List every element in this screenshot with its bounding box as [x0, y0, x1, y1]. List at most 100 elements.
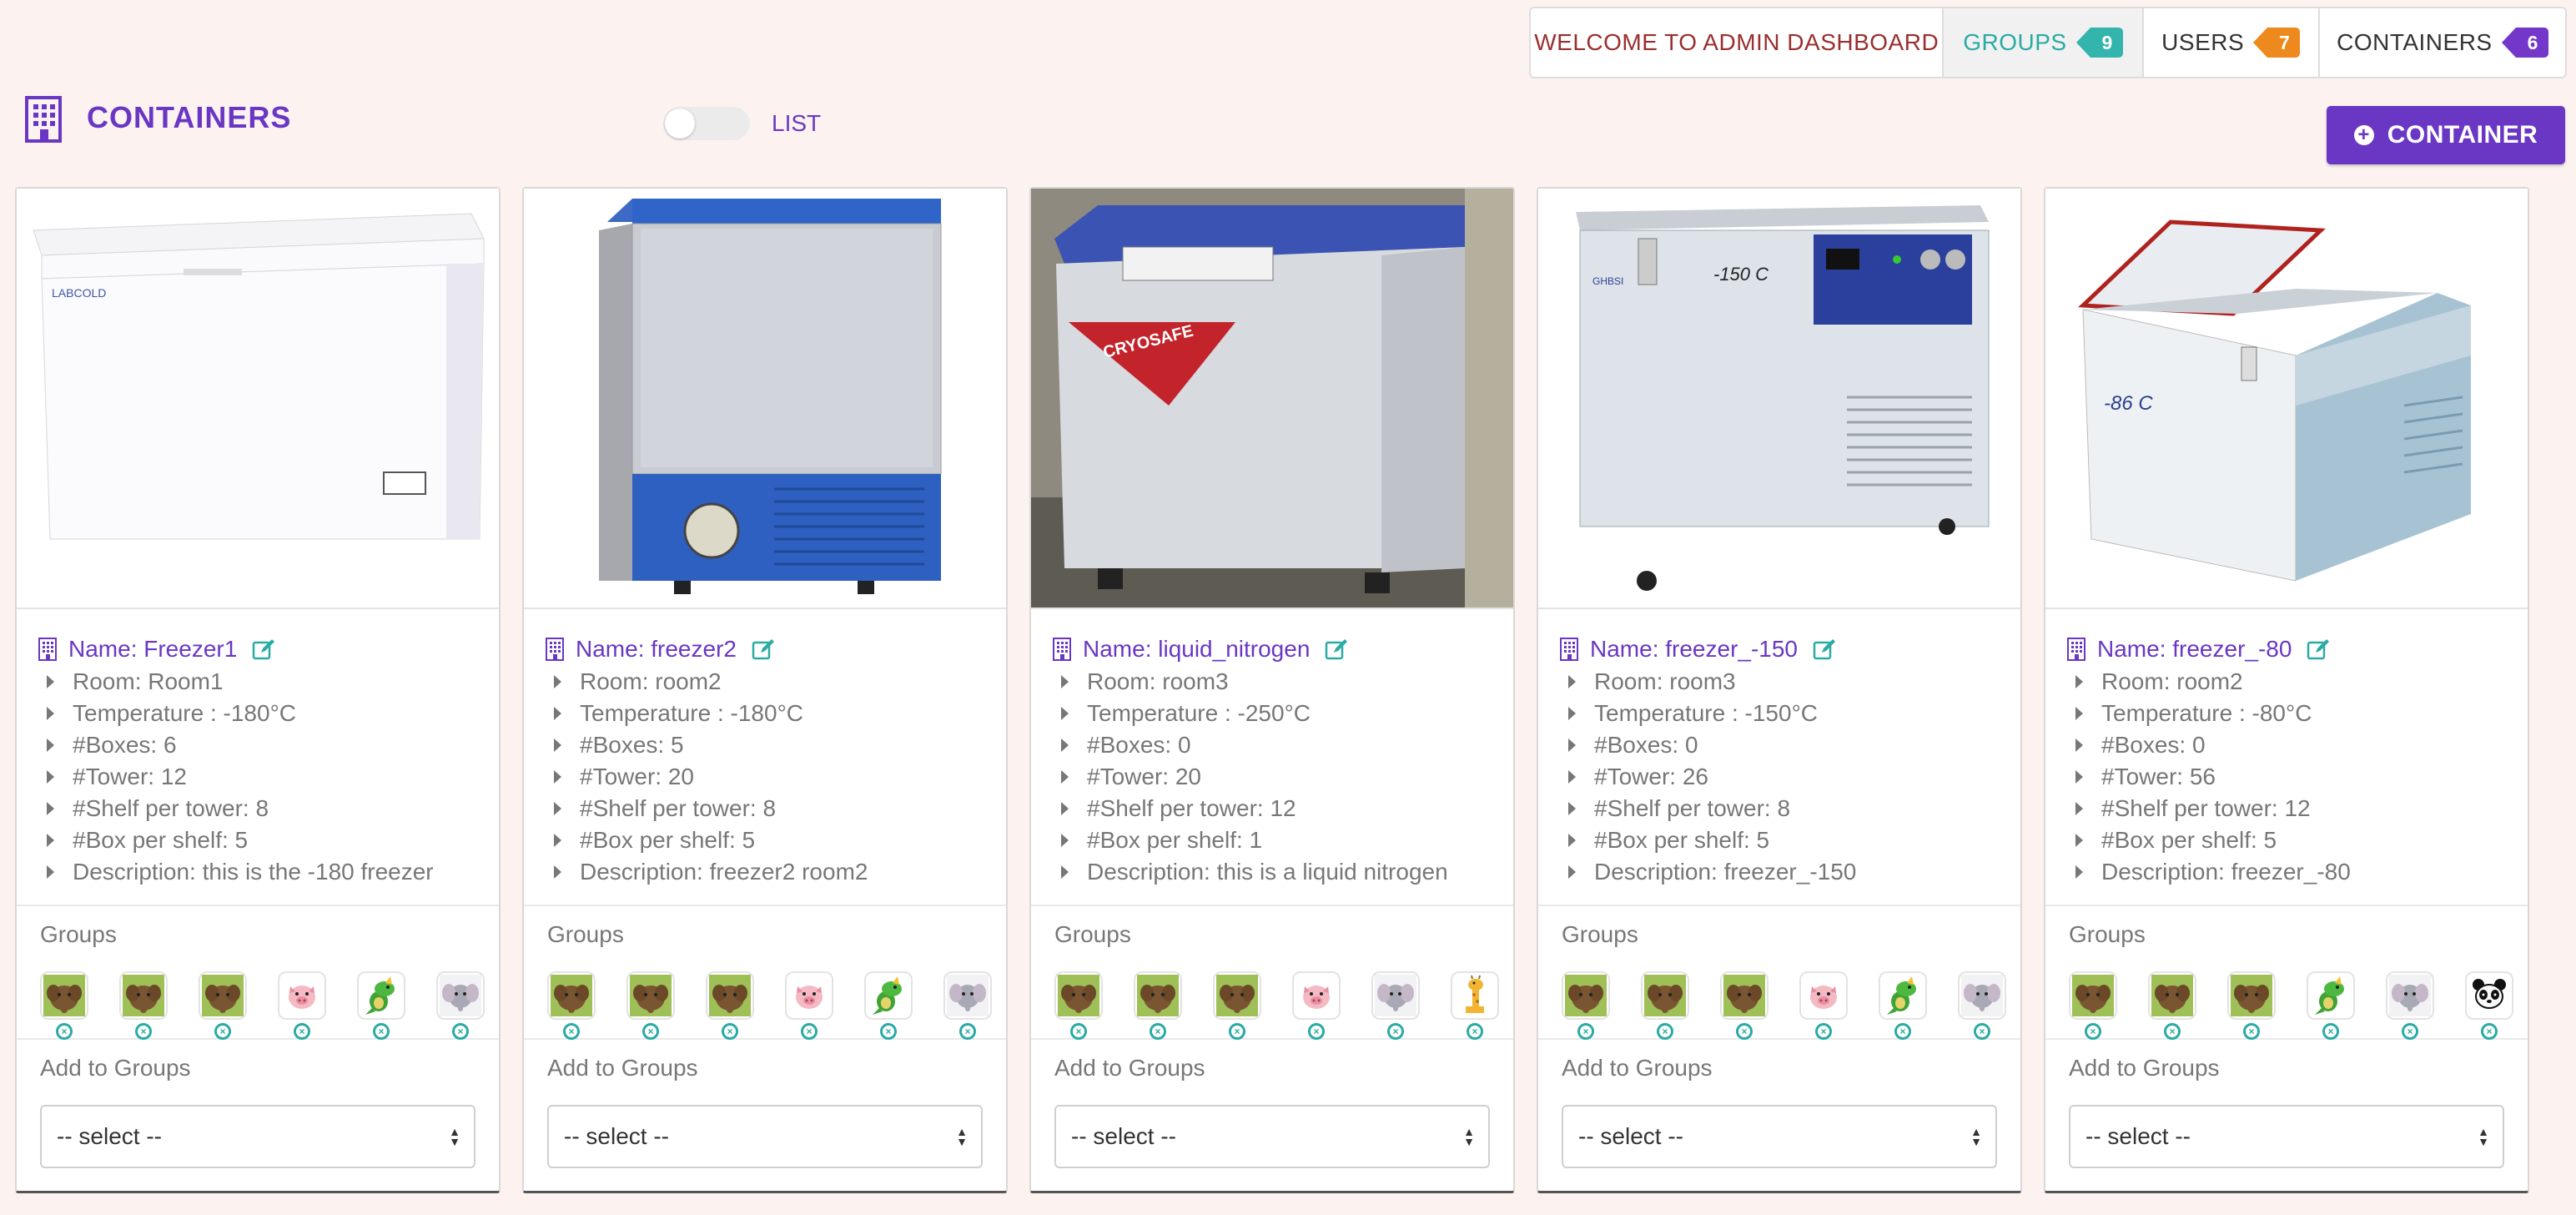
- edit-icon[interactable]: [1325, 638, 1348, 660]
- remove-group-icon[interactable]: ×: [1150, 1023, 1166, 1040]
- edit-icon[interactable]: [1813, 638, 1836, 660]
- group-avatars: × × × × × ×: [40, 971, 485, 1040]
- nav-users-link[interactable]: USERS 7: [2144, 8, 2320, 77]
- group-avatar[interactable]: ×: [785, 971, 833, 1040]
- group-avatar[interactable]: ×: [2148, 971, 2196, 1040]
- remove-group-icon[interactable]: ×: [2402, 1023, 2418, 1040]
- building-icon: [1053, 638, 1071, 661]
- group-avatar[interactable]: ×: [199, 971, 247, 1040]
- remove-group-icon[interactable]: ×: [722, 1023, 738, 1040]
- plus-circle-icon: +: [2353, 125, 2374, 145]
- edit-icon[interactable]: [252, 638, 275, 660]
- remove-group-icon[interactable]: ×: [1070, 1023, 1087, 1040]
- add-to-groups-section: Add to Groups -- select -- ▲ ▼: [1538, 1040, 2020, 1168]
- remove-group-icon[interactable]: ×: [1657, 1023, 1673, 1040]
- remove-group-icon[interactable]: ×: [452, 1023, 469, 1040]
- container-attribute: #Shelf per tower: 8: [38, 793, 477, 824]
- container-card: -86 C Name: freezer_-80 Room: room2 Temp…: [2044, 187, 2529, 1193]
- remove-group-icon[interactable]: ×: [214, 1023, 231, 1040]
- remove-group-icon[interactable]: ×: [959, 1023, 976, 1040]
- elephant-brown-avatar-icon: [1641, 971, 1689, 1020]
- remove-group-icon[interactable]: ×: [56, 1023, 73, 1040]
- group-avatar[interactable]: ×: [357, 971, 405, 1040]
- group-avatar[interactable]: ×: [547, 971, 596, 1040]
- group-select-value: -- select --: [564, 1123, 669, 1149]
- add-to-groups-section: Add to Groups -- select -- ▲ ▼: [1031, 1040, 1513, 1168]
- group-select[interactable]: -- select -- ▲ ▼: [2069, 1105, 2504, 1168]
- group-avatar[interactable]: ×: [1213, 971, 1261, 1040]
- dragon-avatar-icon: [357, 971, 405, 1020]
- edit-icon[interactable]: [752, 638, 775, 660]
- group-avatar[interactable]: ×: [943, 971, 992, 1040]
- container-info: Name: freezer_-150 Room: room3 Temperatu…: [1538, 609, 2020, 906]
- group-select[interactable]: -- select -- ▲ ▼: [1562, 1105, 1997, 1168]
- container-card: CRYOSAFE Name: liquid_nitrogen Room: roo…: [1029, 187, 1515, 1193]
- add-container-button[interactable]: + CONTAINER: [2327, 106, 2565, 164]
- remove-group-icon[interactable]: ×: [563, 1023, 580, 1040]
- remove-group-icon[interactable]: ×: [1308, 1023, 1325, 1040]
- remove-group-icon[interactable]: ×: [2243, 1023, 2260, 1040]
- caret-right-icon: [554, 770, 561, 784]
- edit-icon[interactable]: [2307, 638, 2330, 660]
- container-attribute: Temperature : -180°C: [38, 698, 477, 729]
- remove-group-icon[interactable]: ×: [1736, 1023, 1753, 1040]
- groups-section: Groups × × × × × ×: [2045, 906, 2528, 1040]
- remove-group-icon[interactable]: ×: [2164, 1023, 2181, 1040]
- container-attribute: #Shelf per tower: 12: [2067, 793, 2506, 824]
- remove-group-icon[interactable]: ×: [1974, 1023, 1990, 1040]
- group-avatar[interactable]: ×: [1879, 971, 1927, 1040]
- groups-label: Groups: [40, 921, 117, 947]
- group-avatar[interactable]: ×: [1799, 971, 1848, 1040]
- group-avatar[interactable]: ×: [2069, 971, 2117, 1040]
- group-avatar[interactable]: ×: [278, 971, 326, 1040]
- nav-containers-link[interactable]: CONTAINERS 6: [2320, 8, 2565, 77]
- group-select[interactable]: -- select -- ▲ ▼: [547, 1105, 983, 1168]
- elephant-brown-avatar-icon: [2227, 971, 2276, 1020]
- group-avatar[interactable]: ×: [1641, 971, 1689, 1040]
- remove-group-icon[interactable]: ×: [135, 1023, 152, 1040]
- remove-group-icon[interactable]: ×: [642, 1023, 659, 1040]
- nav-groups-link[interactable]: GROUPS 9: [1944, 8, 2144, 77]
- remove-group-icon[interactable]: ×: [1815, 1023, 1832, 1040]
- nav-welcome-link[interactable]: WELCOME TO ADMIN DASHBOARD: [1531, 8, 1945, 77]
- group-avatar[interactable]: ×: [1451, 971, 1499, 1040]
- group-avatar[interactable]: ×: [2227, 971, 2276, 1040]
- group-avatar[interactable]: ×: [2465, 971, 2513, 1040]
- remove-group-icon[interactable]: ×: [880, 1023, 897, 1040]
- remove-group-icon[interactable]: ×: [2085, 1023, 2101, 1040]
- group-avatar[interactable]: ×: [2386, 971, 2434, 1040]
- list-view-toggle[interactable]: [663, 107, 750, 140]
- group-avatar[interactable]: ×: [1562, 971, 1610, 1040]
- group-select[interactable]: -- select -- ▲ ▼: [1054, 1105, 1490, 1168]
- group-avatar[interactable]: ×: [1054, 971, 1103, 1040]
- remove-group-icon[interactable]: ×: [1387, 1023, 1404, 1040]
- remove-group-icon[interactable]: ×: [294, 1023, 310, 1040]
- group-avatar[interactable]: ×: [706, 971, 754, 1040]
- group-avatar[interactable]: ×: [436, 971, 485, 1040]
- group-select[interactable]: -- select -- ▲ ▼: [40, 1105, 475, 1168]
- container-name: Name: freezer_-150: [1590, 636, 1799, 662]
- group-avatar[interactable]: ×: [2307, 971, 2355, 1040]
- group-avatar[interactable]: ×: [1958, 971, 2006, 1040]
- group-avatar[interactable]: ×: [1292, 971, 1341, 1040]
- remove-group-icon[interactable]: ×: [1577, 1023, 1594, 1040]
- pig-avatar-icon: [1799, 971, 1848, 1020]
- select-arrows-icon: ▲ ▼: [1970, 1125, 1982, 1148]
- group-avatar[interactable]: ×: [864, 971, 913, 1040]
- group-avatar[interactable]: ×: [40, 971, 88, 1040]
- remove-group-icon[interactable]: ×: [2481, 1023, 2498, 1040]
- remove-group-icon[interactable]: ×: [2322, 1023, 2339, 1040]
- remove-group-icon[interactable]: ×: [373, 1023, 390, 1040]
- group-avatar[interactable]: ×: [1720, 971, 1768, 1040]
- group-avatar[interactable]: ×: [1134, 971, 1182, 1040]
- group-avatar[interactable]: ×: [119, 971, 168, 1040]
- building-icon: [546, 638, 564, 661]
- group-avatar[interactable]: ×: [1371, 971, 1420, 1040]
- remove-group-icon[interactable]: ×: [1229, 1023, 1245, 1040]
- attribute-text: Description: freezer_-80: [2101, 859, 2351, 885]
- group-avatar[interactable]: ×: [626, 971, 675, 1040]
- remove-group-icon[interactable]: ×: [1894, 1023, 1911, 1040]
- container-card: LABCOLD Name: Freezer1 Room: Room1 Tempe…: [15, 187, 501, 1193]
- remove-group-icon[interactable]: ×: [1467, 1023, 1483, 1040]
- remove-group-icon[interactable]: ×: [801, 1023, 818, 1040]
